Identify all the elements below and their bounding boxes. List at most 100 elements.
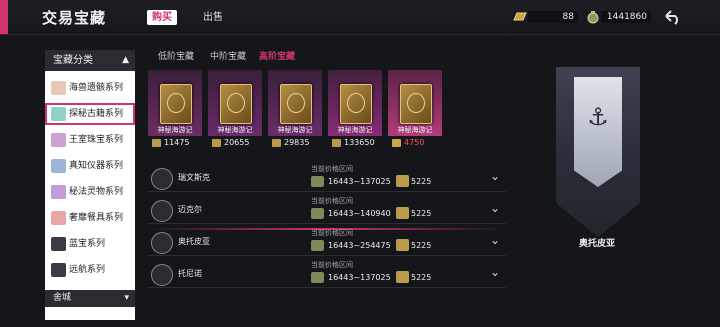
tab-high-tier[interactable]: 高阶宝藏 (259, 49, 295, 62)
chevron-down-icon[interactable]: ⌄ (490, 265, 500, 279)
coin-icon (272, 139, 281, 147)
tab-low-tier[interactable]: 低阶宝藏 (158, 49, 194, 62)
back-button[interactable] (660, 5, 684, 29)
sidebar-item-royal-jewels[interactable]: 王室珠宝系列 (45, 129, 135, 151)
trader-row[interactable]: 奥托皮亚 当前价格区间 16443~254475 5225 ⌄ (148, 228, 506, 256)
trader-name: 迈克尔 (178, 205, 202, 214)
treasure-card[interactable]: 神秘海游记 133650 (328, 70, 382, 150)
sidebar-item-arcane-objects[interactable]: 秘法灵物系列 (45, 181, 135, 203)
coin-bag-icon (311, 272, 324, 283)
chevron-down-icon: ▾ (124, 293, 129, 303)
ship-icon (51, 263, 66, 277)
card-name: 神秘海游记 (337, 126, 373, 134)
card-name: 神秘海游记 (397, 126, 433, 134)
price-range: 16443~140940 (328, 209, 391, 218)
gold-value: 88 (562, 12, 574, 22)
gold-bar-icon (396, 207, 409, 219)
top-bar: 交易宝藏 购买 出售 88 1441860 (0, 0, 720, 35)
price-range-label: 当前价格区间 (311, 229, 353, 237)
sidebar-item-label: 秘法灵物系列 (69, 187, 124, 197)
treasure-card[interactable]: 神秘海游记 4750 (388, 70, 442, 150)
gold-bar-icon (513, 12, 527, 21)
coin-icon (152, 139, 161, 147)
sidebar-item-label: 海兽遗骸系列 (69, 83, 124, 93)
gold-price: 5225 (411, 209, 432, 218)
selected-trader-name: 奥托皮亚 (578, 239, 615, 249)
avatar (151, 200, 173, 222)
sidebar-item-tableware[interactable]: 奢靡餐具系列 (45, 207, 135, 229)
faction-banner: ⚓ (556, 67, 640, 237)
sidebar-item-label: 探秘古籍系列 (69, 109, 124, 119)
coin-bag-icon (587, 11, 599, 24)
trader-name: 瑞文斯克 (178, 173, 210, 182)
sidebar-item-instruments[interactable]: 真知仪器系列 (45, 155, 135, 177)
orb-icon (51, 185, 66, 199)
sidebar-header-label: 宝藏分类 (53, 55, 93, 66)
card-price-value: 20655 (224, 138, 250, 147)
tableware-icon (51, 211, 66, 225)
blue-gem-icon (51, 237, 66, 251)
chevron-down-icon[interactable]: ⌄ (490, 169, 500, 183)
gold-price: 5225 (411, 273, 432, 282)
treasure-card[interactable]: 神秘海游记 29835 (268, 70, 322, 150)
price-range-label: 当前价格区间 (311, 261, 353, 269)
book-icon (280, 84, 312, 124)
sidebar-footer-label: 舍城 (53, 293, 72, 303)
price-range-label: 当前价格区间 (311, 197, 353, 205)
card-price-value: 133650 (344, 138, 375, 147)
sidebar-footer[interactable]: 舍城 ▾ (45, 290, 135, 307)
coin-bag-icon (311, 176, 324, 187)
coin-bag-icon (311, 208, 324, 219)
back-arrow-icon (665, 10, 678, 25)
book-icon (400, 84, 432, 124)
sidebar-item-sea-beast-remains[interactable]: 海兽遗骸系列 (45, 77, 135, 99)
treasure-card[interactable]: 神秘海游记 11475 (148, 70, 202, 150)
price-range-label: 当前价格区间 (311, 165, 353, 173)
tab-sell[interactable]: 出售 (198, 10, 228, 25)
gold-price: 5225 (411, 241, 432, 250)
book-icon (220, 84, 252, 124)
chevron-down-icon[interactable]: ⌄ (490, 201, 500, 215)
price-range: 16443~137025 (328, 177, 391, 186)
card-price-value: 11475 (164, 138, 190, 147)
avatar (151, 264, 173, 286)
card-price: 29835 (268, 136, 322, 150)
coin-bag-icon (311, 240, 324, 251)
trader-name: 托尼诺 (178, 269, 202, 278)
card-name: 神秘海游记 (217, 126, 253, 134)
chevron-down-icon[interactable]: ⌄ (490, 233, 500, 247)
sidebar-item-voyage[interactable]: 远航系列 (45, 259, 135, 281)
sidebar-item-label: 真知仪器系列 (69, 161, 124, 171)
trader-row[interactable]: 托尼诺 当前价格区间 16443~137025 5225 ⌄ (148, 260, 506, 288)
accent-stripe (0, 0, 8, 34)
treasure-card[interactable]: 神秘海游记 20655 (208, 70, 262, 150)
chevron-up-icon: ▲ (122, 55, 129, 65)
book-icon (160, 84, 192, 124)
tab-mid-tier[interactable]: 中阶宝藏 (210, 49, 246, 62)
gold-bar-icon (392, 139, 401, 147)
gold-bar-icon (396, 271, 409, 283)
coin-icon (332, 139, 341, 147)
sidebar-header[interactable]: 宝藏分类 ▲ (45, 50, 135, 71)
trader-row[interactable]: 瑞文斯克 当前价格区间 16443~137025 5225 ⌄ (148, 164, 506, 192)
trader-row[interactable]: 迈克尔 当前价格区间 16443~140940 5225 ⌄ (148, 196, 506, 224)
jewel-icon (51, 133, 66, 147)
scroll-icon (51, 107, 66, 121)
sidebar-item-sapphire[interactable]: 蓝宝系列 (45, 233, 135, 255)
sidebar-item-label: 远航系列 (69, 265, 106, 275)
card-price: 20655 (208, 136, 262, 150)
card-name: 神秘海游记 (277, 126, 313, 134)
tab-buy[interactable]: 购买 (147, 10, 177, 25)
sidebar-item-ancient-books[interactable]: 探秘古籍系列 (45, 103, 135, 125)
gold-bar-icon (396, 175, 409, 187)
gold-price: 5225 (411, 177, 432, 186)
faction-emblem-icon: ⚓ (587, 103, 609, 131)
coin-value: 1441860 (606, 12, 647, 22)
avatar (151, 232, 173, 254)
sidebar-item-label: 奢靡餐具系列 (69, 213, 124, 223)
price-range: 16443~254475 (328, 241, 391, 250)
compass-icon (51, 159, 66, 173)
gold-resource: 88 (512, 9, 578, 25)
sidebar-item-label: 王室珠宝系列 (69, 135, 124, 145)
card-price: 133650 (328, 136, 382, 150)
